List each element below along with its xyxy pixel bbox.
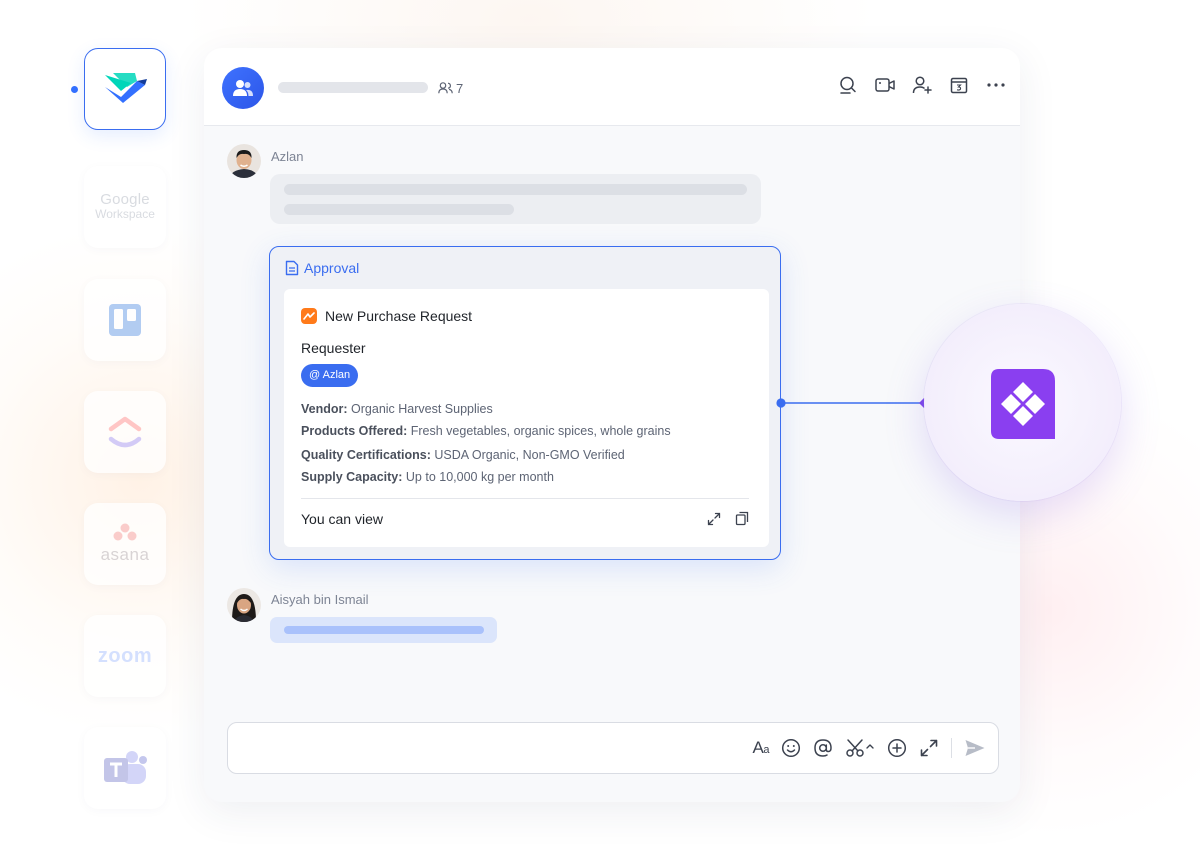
app-tile-teams[interactable] bbox=[84, 727, 166, 809]
app-tile-trello[interactable] bbox=[84, 279, 166, 361]
integration-badge[interactable] bbox=[924, 304, 1121, 501]
text-placeholder-line bbox=[284, 626, 484, 634]
text-placeholder-line bbox=[284, 184, 747, 195]
asana-icon: asana bbox=[101, 523, 150, 565]
send-button[interactable] bbox=[964, 737, 986, 759]
chat-window: 7 Azlan Approval New Purchase Request Re… bbox=[204, 48, 1020, 802]
send-icon bbox=[965, 740, 985, 756]
copy-card-button[interactable] bbox=[735, 511, 749, 531]
expand-icon bbox=[707, 512, 721, 525]
request-title-text: New Purchase Request bbox=[325, 308, 473, 324]
expand-card-button[interactable] bbox=[707, 512, 721, 531]
add-member-icon bbox=[912, 76, 932, 94]
emoji-icon bbox=[781, 738, 801, 758]
app-tile-clickup[interactable] bbox=[84, 391, 166, 473]
field-certifications: Quality Certifications: USDA Organic, No… bbox=[301, 448, 625, 462]
add-icon bbox=[887, 738, 907, 758]
integration-connector bbox=[776, 398, 929, 408]
integration-app-icon bbox=[991, 369, 1055, 439]
avatar-aisyah[interactable] bbox=[227, 588, 261, 622]
search-icon bbox=[840, 76, 856, 94]
requester-mention[interactable]: @ Azlan bbox=[301, 364, 359, 387]
approval-label: Approval bbox=[304, 260, 360, 276]
add-attachment-button[interactable] bbox=[887, 737, 907, 759]
member-count-value: 7 bbox=[456, 80, 464, 96]
approval-body: New Purchase Request Requester @ Azlan V… bbox=[284, 289, 769, 547]
screenshot-icon bbox=[846, 739, 874, 757]
lark-icon bbox=[105, 73, 147, 103]
zoom-icon: zoom bbox=[97, 644, 153, 667]
more-options-button[interactable] bbox=[986, 75, 1006, 95]
add-member-button[interactable] bbox=[912, 75, 932, 95]
teams-icon bbox=[104, 751, 147, 784]
text-placeholder-line bbox=[284, 204, 514, 215]
avatar-azlan[interactable] bbox=[227, 144, 261, 178]
app-tile-asana[interactable]: asana bbox=[84, 503, 166, 585]
member-count[interactable]: 7 bbox=[438, 79, 463, 97]
calendar-icon bbox=[950, 77, 968, 94]
text-format-icon: Aa bbox=[752, 738, 770, 757]
mention-icon bbox=[814, 739, 832, 757]
group-avatar[interactable] bbox=[222, 67, 264, 109]
video-call-button[interactable] bbox=[875, 75, 895, 95]
requester-label: Requester bbox=[301, 340, 366, 356]
field-capacity: Supply Capacity: Up to 10,000 kg per mon… bbox=[301, 470, 554, 484]
emoji-button[interactable] bbox=[781, 737, 801, 759]
approval-app-icon bbox=[301, 308, 317, 324]
card-divider bbox=[301, 498, 749, 499]
google-workspace-icon: Google Workspace bbox=[95, 191, 155, 221]
field-vendor: Vendor: Organic Harvest Supplies bbox=[301, 402, 493, 416]
app-tile-lark[interactable] bbox=[84, 48, 166, 130]
field-products: Products Offered: Fresh vegetables, orga… bbox=[301, 424, 671, 438]
toolbar-divider bbox=[951, 738, 952, 758]
expand-icon bbox=[920, 739, 938, 757]
chat-header: 7 bbox=[204, 48, 1020, 126]
user-avatar-image bbox=[227, 588, 261, 622]
copy-icon bbox=[735, 511, 749, 526]
text-format-button[interactable]: Aa bbox=[752, 737, 770, 759]
trello-icon bbox=[109, 304, 141, 336]
approval-card[interactable]: Approval New Purchase Request Requester … bbox=[269, 246, 781, 560]
app-tile-google-workspace[interactable]: Google Workspace bbox=[84, 166, 166, 248]
permission-label: You can view bbox=[301, 511, 383, 527]
app-tile-zoom[interactable]: zoom bbox=[84, 615, 166, 697]
message-bubble bbox=[270, 174, 761, 224]
user-avatar-image bbox=[227, 144, 261, 178]
document-icon bbox=[285, 260, 299, 276]
message-input[interactable] bbox=[240, 733, 720, 763]
message-bubble-self bbox=[270, 617, 497, 643]
active-app-indicator bbox=[71, 86, 78, 93]
members-icon bbox=[438, 82, 453, 94]
mention-button[interactable] bbox=[813, 737, 833, 759]
clickup-icon bbox=[108, 416, 142, 448]
chat-title-placeholder bbox=[278, 82, 428, 93]
video-icon bbox=[875, 78, 895, 92]
calendar-button[interactable] bbox=[949, 75, 969, 95]
more-icon bbox=[987, 83, 1005, 87]
group-icon bbox=[233, 80, 253, 96]
request-title: New Purchase Request bbox=[301, 308, 472, 324]
sender-name: Aisyah bin Ismail bbox=[271, 592, 369, 607]
message-composer: Aa bbox=[227, 722, 999, 774]
approval-header: Approval bbox=[285, 260, 359, 276]
expand-composer-button[interactable] bbox=[919, 737, 939, 759]
search-button[interactable] bbox=[838, 75, 858, 95]
sender-name: Azlan bbox=[271, 149, 304, 164]
screenshot-button[interactable] bbox=[845, 737, 875, 759]
